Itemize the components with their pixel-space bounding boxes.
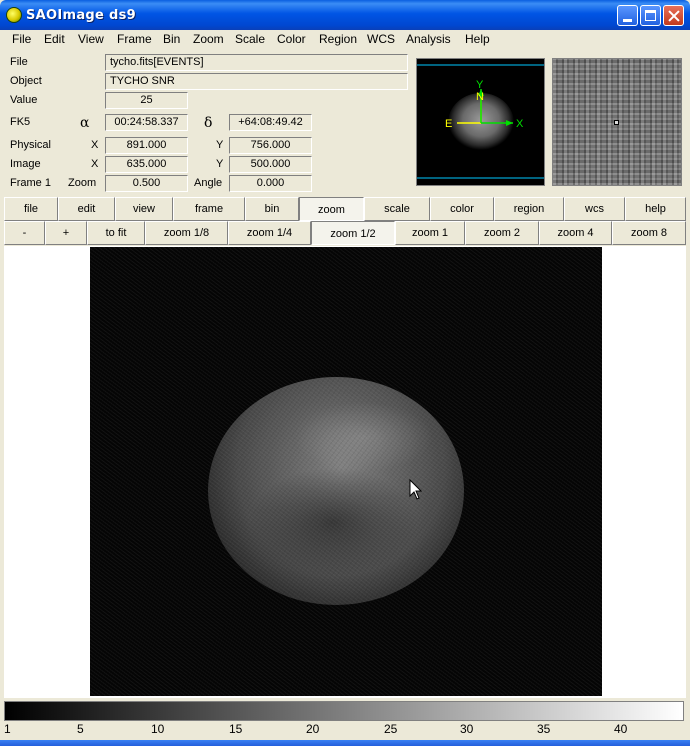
btn-view[interactable]: view: [115, 197, 173, 221]
mouse-pointer-icon: [409, 479, 423, 500]
btn-region[interactable]: region: [494, 197, 564, 221]
colorbar-tick: 40: [614, 722, 628, 736]
menu-file[interactable]: File: [12, 32, 31, 46]
physical-label: Physical: [10, 139, 51, 151]
fk5-label: FK5: [10, 116, 31, 128]
colorbar-tick: 25: [384, 722, 398, 736]
fits-image[interactable]: [90, 247, 602, 696]
menu-edit[interactable]: Edit: [44, 32, 65, 46]
physical-x-value: 891.000: [105, 137, 188, 154]
delta-symbol: δ: [204, 115, 213, 131]
btn-color[interactable]: color: [430, 197, 494, 221]
value-label: Value: [10, 94, 38, 106]
buttonbar-zoom: - + to fit zoom 1/8 zoom 1/4 zoom 1/2 zo…: [4, 221, 686, 245]
menu-view[interactable]: View: [78, 32, 104, 46]
compass-e-label: E: [445, 118, 452, 130]
angle-label: Angle: [194, 177, 223, 189]
object-label: Object: [10, 75, 42, 87]
dec-value: +64:08:49.42: [229, 114, 312, 131]
file-label: File: [10, 56, 28, 68]
close-button[interactable]: [663, 5, 684, 26]
panner-graphic: Y N E X: [417, 59, 544, 185]
colorbar-scale: 1 5 10 15 20 25 30 35 40: [4, 722, 684, 740]
btn-bin[interactable]: bin: [245, 197, 299, 221]
colorbar-tick: 15: [229, 722, 243, 736]
btn-zoom-out[interactable]: -: [4, 221, 45, 245]
magnifier-cursor-mark: [614, 120, 619, 125]
btn-zoom[interactable]: zoom: [299, 197, 364, 221]
colorbar-tick: 1: [4, 722, 11, 736]
btn-zoom-2[interactable]: zoom 2: [465, 221, 539, 245]
btn-zoom-1-8[interactable]: zoom 1/8: [145, 221, 228, 245]
image-y-label: Y: [216, 158, 224, 170]
menu-color[interactable]: Color: [277, 32, 306, 46]
btn-zoom-in[interactable]: +: [45, 221, 87, 245]
colorbar-tick: 20: [306, 722, 320, 736]
title-bar[interactable]: SAOImage ds9: [0, 0, 690, 30]
maximize-icon: [645, 10, 656, 21]
btn-zoom-4[interactable]: zoom 4: [539, 221, 612, 245]
btn-zoom-1-2[interactable]: zoom 1/2: [311, 221, 395, 245]
colorbar-tick: 10: [151, 722, 165, 736]
file-value: tycho.fits[EVENTS]: [105, 54, 408, 71]
physical-x-label: X: [91, 139, 99, 151]
btn-frame[interactable]: frame: [173, 197, 245, 221]
ds9-app-icon[interactable]: [6, 7, 22, 23]
minimize-button[interactable]: [617, 5, 638, 26]
colorbar[interactable]: [4, 701, 684, 721]
window-title: SAOImage ds9: [26, 8, 136, 23]
menu-help[interactable]: Help: [465, 32, 490, 46]
menu-region[interactable]: Region: [319, 32, 357, 46]
compass-y-label: Y: [476, 79, 484, 91]
image-x-label: X: [91, 158, 99, 170]
physical-y-value: 756.000: [229, 137, 312, 154]
panner[interactable]: Y N E X: [416, 58, 545, 186]
btn-edit[interactable]: edit: [58, 197, 115, 221]
zoom-value: 0.500: [105, 175, 188, 192]
pixel-value: 25: [105, 92, 188, 109]
image-label: Image: [10, 158, 41, 170]
btn-zoom-fit[interactable]: to fit: [87, 221, 145, 245]
btn-scale[interactable]: scale: [364, 197, 430, 221]
menu-scale[interactable]: Scale: [235, 32, 265, 46]
colorbar-tick: 35: [537, 722, 551, 736]
object-value: TYCHO SNR: [105, 73, 408, 90]
colorbar-tick: 5: [77, 722, 84, 736]
alpha-symbol: α: [80, 115, 90, 131]
menu-wcs[interactable]: WCS: [367, 32, 395, 46]
physical-y-label: Y: [216, 139, 224, 151]
menu-bin[interactable]: Bin: [163, 32, 180, 46]
minimize-icon: [623, 19, 632, 22]
taskbar[interactable]: [0, 740, 690, 746]
magnifier: [552, 58, 682, 186]
ra-value: 00:24:58.337: [105, 114, 188, 131]
image-display[interactable]: [4, 246, 686, 698]
btn-file[interactable]: file: [4, 197, 58, 221]
btn-zoom-1-4[interactable]: zoom 1/4: [228, 221, 311, 245]
menu-frame[interactable]: Frame: [117, 32, 152, 46]
maximize-button[interactable]: [640, 5, 661, 26]
btn-wcs[interactable]: wcs: [564, 197, 625, 221]
angle-value: 0.000: [229, 175, 312, 192]
menu-analysis[interactable]: Analysis: [406, 32, 451, 46]
menu-bar: File Edit View Frame Bin Zoom Scale Colo…: [4, 30, 686, 50]
zoom-label: Zoom: [68, 177, 97, 189]
buttonbar-main: file edit view frame bin zoom scale colo…: [4, 197, 686, 221]
btn-help[interactable]: help: [625, 197, 686, 221]
btn-zoom-8[interactable]: zoom 8: [612, 221, 686, 245]
menu-zoom[interactable]: Zoom: [193, 32, 224, 46]
frame-label: Frame 1: [10, 177, 51, 189]
compass-x-label: X: [516, 118, 524, 130]
btn-zoom-1[interactable]: zoom 1: [395, 221, 465, 245]
image-x-value: 635.000: [105, 156, 188, 173]
compass-n-label: N: [476, 91, 484, 103]
image-y-value: 500.000: [229, 156, 312, 173]
colorbar-tick: 30: [460, 722, 474, 736]
